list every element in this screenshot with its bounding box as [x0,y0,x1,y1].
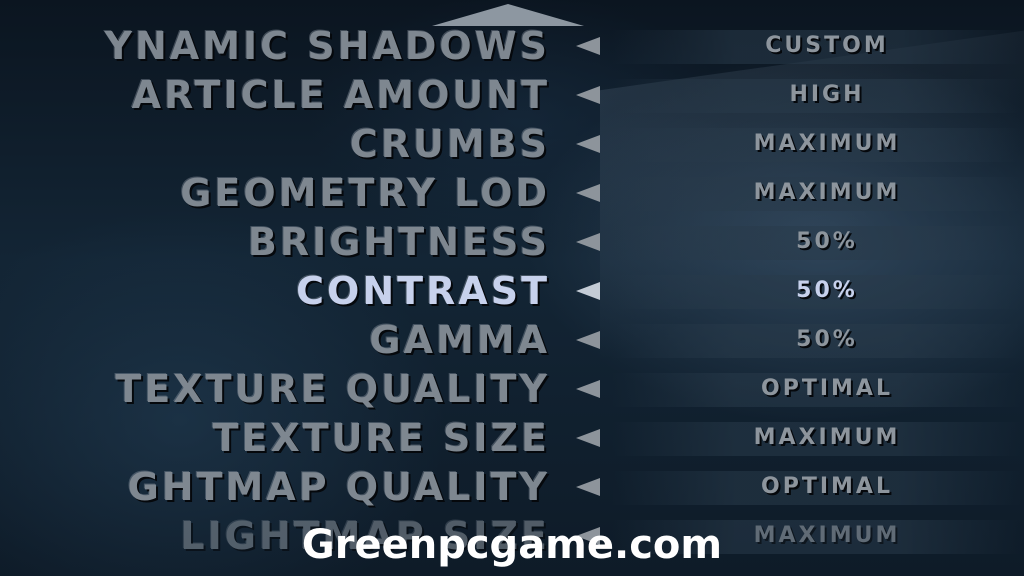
previous-option-arrow-icon[interactable] [576,233,600,251]
setting-row-brightness[interactable]: BRIGHTNESS 50% [0,220,1024,264]
previous-option-arrow-icon[interactable] [576,380,600,398]
previous-option-arrow-icon[interactable] [576,478,600,496]
previous-option-arrow-icon[interactable] [576,184,600,202]
setting-value: HIGH [789,82,865,107]
setting-row-geometry-lod[interactable]: GEOMETRY LOD MAXIMUM [0,171,1024,215]
setting-label: GHTMAP QUALITY [127,465,550,509]
setting-value: 50% [796,327,858,352]
setting-label: ARTICLE AMOUNT [131,73,550,117]
setting-row-particle-amount[interactable]: ARTICLE AMOUNT HIGH [0,73,1024,117]
previous-option-arrow-icon[interactable] [576,429,600,447]
setting-label: CONTRAST [296,269,550,313]
setting-value: 50% [796,229,858,254]
setting-row-dynamic-shadows[interactable]: YNAMIC SHADOWS CUSTOM [0,24,1024,68]
setting-label: GEOMETRY LOD [180,171,550,215]
setting-value: OPTIMAL [761,376,893,401]
setting-value: CUSTOM [765,33,889,58]
setting-row-texture-size[interactable]: TEXTURE SIZE MAXIMUM [0,416,1024,460]
setting-row-crumbs[interactable]: CRUMBS MAXIMUM [0,122,1024,166]
setting-value: MAXIMUM [753,131,901,156]
setting-label: GAMMA [369,318,550,362]
setting-row-contrast[interactable]: CONTRAST 50% [0,269,1024,313]
previous-option-arrow-icon[interactable] [576,282,600,300]
setting-row-texture-quality[interactable]: TEXTURE QUALITY OPTIMAL [0,367,1024,411]
setting-row-lightmap-quality[interactable]: GHTMAP QUALITY OPTIMAL [0,465,1024,509]
setting-value: MAXIMUM [753,180,901,205]
setting-value: 50% [796,278,858,303]
previous-option-arrow-icon[interactable] [576,86,600,104]
scroll-up-arrow-icon[interactable] [432,4,584,26]
setting-label: TEXTURE QUALITY [115,367,550,411]
setting-label: BRIGHTNESS [247,220,550,264]
setting-value: OPTIMAL [761,474,893,499]
setting-label: YNAMIC SHADOWS [104,24,550,68]
site-watermark: Greenpcgame.com [301,522,723,568]
setting-label: CRUMBS [349,122,550,166]
setting-label: TEXTURE SIZE [212,416,550,460]
previous-option-arrow-icon[interactable] [576,37,600,55]
previous-option-arrow-icon[interactable] [576,331,600,349]
setting-row-gamma[interactable]: GAMMA 50% [0,318,1024,362]
setting-value: MAXIMUM [753,425,901,450]
previous-option-arrow-icon[interactable] [576,135,600,153]
